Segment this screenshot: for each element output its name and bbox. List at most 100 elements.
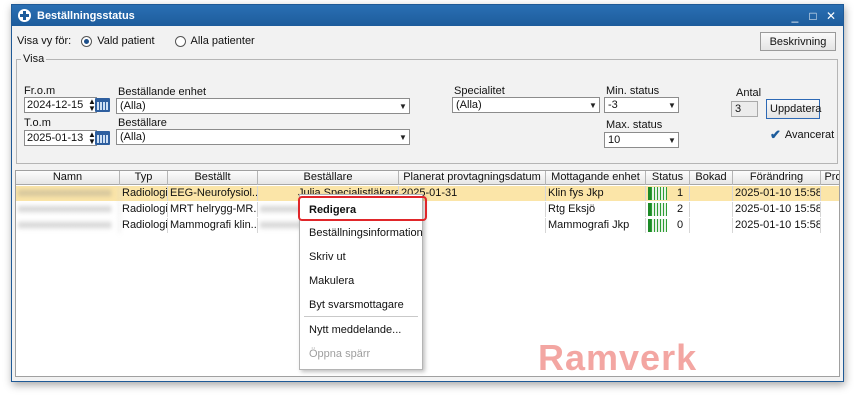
unit-select-value: (Alla) — [120, 100, 146, 112]
table-header: Namn Typ Beställt Beställare Planerat pr… — [16, 171, 839, 185]
visa-legend: Visa — [21, 53, 47, 65]
chevron-down-icon: ▼ — [399, 101, 407, 111]
specialty-label: Specialitet — [454, 85, 505, 97]
booked-cell — [690, 218, 733, 233]
radio-dot-icon — [81, 35, 93, 47]
advanced-label: Avancerat — [784, 129, 835, 141]
table-row[interactable]: xxxxxxxxxxxxxxxxx Radiologi EEG-Neurofys… — [16, 186, 839, 201]
radio-all-patients[interactable]: Alla patienter — [174, 35, 255, 47]
ordered-cell: MRT helrygg-MR... — [170, 202, 258, 217]
status-value: 2 — [677, 203, 684, 215]
col-pro[interactable]: Pro — [821, 171, 839, 185]
status-bar-icon — [648, 219, 667, 232]
col-bestallt[interactable]: Beställt — [168, 171, 258, 185]
table-row[interactable]: xxxxxxxxxxxxxxxxx Radiologi MRT helrygg-… — [16, 202, 839, 217]
pro-cell — [821, 202, 839, 217]
checkmark-icon: ✔ — [770, 127, 781, 142]
status-bar-icon — [648, 203, 667, 216]
close-button[interactable]: ✕ — [825, 9, 837, 23]
from-label: Fr.o.m — [24, 85, 56, 97]
app-plus-icon — [18, 9, 31, 22]
count-value: 3 — [731, 101, 758, 117]
to-label: T.o.m — [24, 117, 51, 129]
patient-name-cell: xxxxxxxxxxxxxxxxx — [16, 202, 120, 217]
title-bar: Beställningsstatus _ □ ✕ — [12, 5, 843, 26]
menu-item-nytt-meddelande[interactable]: Nytt meddelande... — [309, 324, 401, 336]
chevron-down-icon: ▼ — [668, 135, 676, 145]
menu-separator — [304, 316, 418, 317]
calendar-icon[interactable] — [95, 98, 110, 112]
max-status-value: 10 — [608, 134, 621, 146]
menu-item-oppna-sparr: Öppna spärr — [309, 348, 371, 360]
receiving-cell: Klin fys Jkp — [546, 186, 646, 201]
booked-cell — [690, 202, 733, 217]
type-cell: Radiologi — [122, 202, 168, 217]
pro-cell — [821, 186, 839, 201]
changed-cell: 2025-01-10 15:58 — [735, 202, 821, 217]
type-cell: Radiologi — [122, 186, 168, 201]
menu-item-bestallningsinformation[interactable]: Beställningsinformation — [309, 227, 423, 239]
uppdatera-button[interactable]: Uppdatera — [766, 99, 821, 119]
unit-label: Beställande enhet — [118, 86, 207, 98]
col-mottagande[interactable]: Mottagande enhet — [546, 171, 646, 185]
col-forandring[interactable]: Förändring — [733, 171, 821, 185]
chevron-down-icon: ▼ — [589, 100, 597, 110]
from-date-value: 2024-12-15 — [27, 99, 84, 111]
status-cell: 2 — [646, 202, 690, 217]
to-date-value: 2025-01-13 — [27, 132, 84, 144]
orderer-select[interactable]: (Alla) ▼ — [116, 129, 410, 145]
changed-cell: 2025-01-10 15:58 — [735, 218, 821, 233]
specialty-select[interactable]: (Alla) ▼ — [452, 97, 600, 113]
ramverk-watermark: Ramverk — [538, 337, 698, 378]
status-value: 1 — [677, 187, 684, 199]
calendar-icon[interactable] — [95, 131, 110, 145]
col-planned[interactable]: Planerat provtagningsdatum — [399, 171, 546, 185]
view-for-label: Visa vy för: — [17, 35, 72, 47]
menu-item-byt-svarsmottagare[interactable]: Byt svarsmottagare — [309, 299, 404, 311]
orderer-label: Beställare — [118, 117, 167, 129]
changed-cell: 2025-01-10 15:58 — [735, 186, 821, 201]
type-cell: Radiologi — [122, 218, 168, 233]
chevron-down-icon: ▼ — [399, 132, 407, 142]
orders-table: Namn Typ Beställt Beställare Planerat pr… — [15, 170, 840, 377]
radio-dot-icon — [174, 35, 186, 47]
col-namn[interactable]: Namn — [16, 171, 120, 185]
max-status-select[interactable]: 10 ▼ — [604, 132, 679, 148]
orderer-select-value: (Alla) — [120, 131, 146, 143]
menu-item-skriv-ut[interactable]: Skriv ut — [309, 251, 346, 263]
receiving-cell: Rtg Eksjö — [546, 202, 646, 217]
min-status-select[interactable]: -3 ▼ — [604, 97, 679, 113]
pro-cell — [821, 218, 839, 233]
unit-select[interactable]: (Alla) ▼ — [116, 98, 410, 114]
patient-name-cell: xxxxxxxxxxxxxxxxx — [16, 186, 120, 201]
minimize-button[interactable]: _ — [789, 9, 801, 23]
radio-selected-patient-label: Vald patient — [97, 35, 155, 47]
radio-selected-patient[interactable]: Vald patient — [81, 35, 155, 47]
receiving-cell: Mammografi Jkp — [546, 218, 646, 233]
chevron-down-icon: ▼ — [668, 100, 676, 110]
col-bestallare[interactable]: Beställare — [258, 171, 399, 185]
advanced-checkbox[interactable]: ✔ Avancerat — [770, 127, 834, 143]
to-date-field[interactable]: 2025-01-13 ▲ ▼ — [24, 130, 97, 146]
status-value: 0 — [677, 219, 684, 231]
status-bar-icon — [648, 187, 667, 200]
status-cell: 1 — [646, 186, 690, 201]
from-date-field[interactable]: 2024-12-15 ▲ ▼ — [24, 97, 97, 113]
ordered-cell: Mammografi klin... — [170, 218, 258, 233]
beskrivning-button[interactable]: Beskrivning — [760, 32, 836, 51]
col-status[interactable]: Status — [646, 171, 690, 185]
col-typ[interactable]: Typ — [120, 171, 168, 185]
col-bokad[interactable]: Bokad — [690, 171, 733, 185]
radio-all-patients-label: Alla patienter — [190, 35, 255, 47]
min-status-label: Min. status — [606, 85, 660, 97]
redigera-highlight-frame — [298, 196, 427, 221]
menu-item-makulera[interactable]: Makulera — [309, 275, 354, 287]
ordered-cell: EEG-Neurofysiol... — [170, 186, 258, 201]
status-cell: 0 — [646, 218, 690, 233]
count-label: Antal — [736, 87, 762, 99]
max-status-label: Max. status — [606, 119, 663, 131]
window-title: Beställningsstatus — [37, 9, 135, 22]
table-row[interactable]: xxxxxxxxxxxxxxxxx Radiologi Mammografi k… — [16, 218, 839, 233]
maximize-button[interactable]: □ — [807, 9, 819, 23]
patient-name-cell: xxxxxxxxxxxxxxxxx — [16, 218, 120, 233]
